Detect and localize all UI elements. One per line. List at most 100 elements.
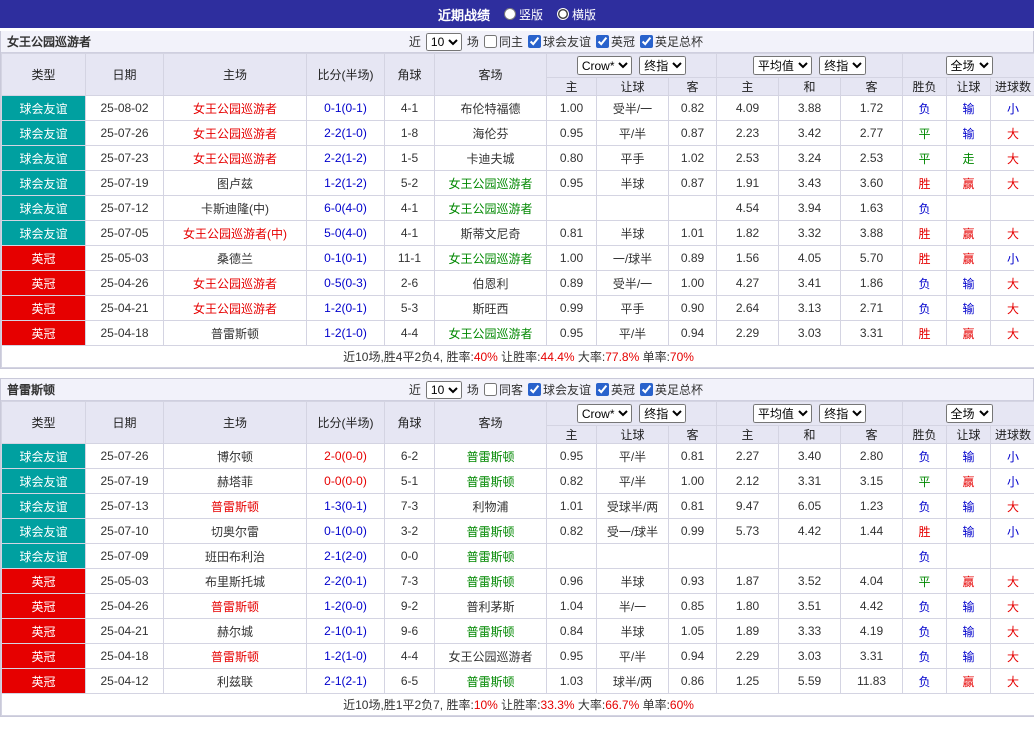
odds-source-select[interactable]: Crow* <box>576 56 632 75</box>
odds-home: 0.82 <box>546 468 597 494</box>
vertical-layout-radio[interactable] <box>503 8 516 20</box>
avg-away: 2.80 <box>840 443 904 469</box>
odds-handicap: 受一/球半 <box>596 518 669 544</box>
type-badge: 球会友谊 <box>1 468 86 494</box>
average-stage-select[interactable]: 终指 <box>819 404 867 423</box>
comp-facup-label: 英足总杯 <box>654 383 703 397</box>
odds-stage-select[interactable]: 终指 <box>639 404 687 423</box>
odds-home: 0.81 <box>546 220 597 246</box>
comp-friendly-checkbox-label[interactable]: 球会友谊 <box>527 381 591 398</box>
comp-facup-checkbox[interactable] <box>639 35 653 48</box>
avg-home: 1.80 <box>716 593 780 619</box>
odds-away: 0.85 <box>667 593 718 619</box>
games-label: 场 <box>466 35 479 49</box>
odds-home: 0.82 <box>546 518 597 544</box>
comp-championship-checkbox-label[interactable]: 英冠 <box>595 381 635 398</box>
section-header: 女王公园巡游者 近 10 场 同主 球会友谊 英冠 英足总杯 <box>1 31 1033 53</box>
result-group-header: 全场 <box>902 401 1034 426</box>
corner-score: 4-1 <box>384 95 435 121</box>
match-row: 英冠 25-04-21 赫尔城 2-1(0-1) 9-6 普雷斯顿 0.84 半球 1.05 1.… <box>1 618 1034 644</box>
home-team: 普雷斯顿 <box>163 493 307 519</box>
corner-score: 5-1 <box>384 468 435 494</box>
corner-score: 9-6 <box>384 618 435 644</box>
match-row: 球会友谊 25-07-26 博尔顿 2-0(0-0) 6-2 普雷斯顿 0.95 平/半 0.8… <box>1 443 1034 469</box>
result-outcome: 平 <box>902 145 948 171</box>
type-badge: 球会友谊 <box>1 543 86 569</box>
match-row: 球会友谊 25-07-10 切奥尔雷 0-1(0-0) 3-2 普雷斯顿 0.82 受一/球半… <box>1 518 1034 544</box>
type-badge: 英冠 <box>1 320 86 346</box>
avg-draw: 3.42 <box>778 120 842 146</box>
type-badge: 球会友谊 <box>1 170 86 196</box>
avg-home: 5.73 <box>716 518 780 544</box>
home-team: 女王公园巡游者 <box>163 95 307 121</box>
match-row: 英冠 25-05-03 桑德兰 0-1(0-1) 11-1 女王公园巡游者 1.00 一/球半… <box>1 245 1034 271</box>
odds-home: 1.03 <box>546 668 597 694</box>
comp-friendly-checkbox[interactable] <box>527 35 541 48</box>
result-scope-select[interactable]: 全场 <box>945 56 993 75</box>
comp-championship-checkbox[interactable] <box>595 35 609 48</box>
filters: 近 10 场 同客 球会友谊 英冠 英足总杯 <box>409 380 703 399</box>
odds-home: 0.89 <box>546 270 597 296</box>
layout-option-horizontal[interactable]: 横版 <box>557 6 596 23</box>
same-venue-checkbox[interactable] <box>483 383 497 396</box>
match-date: 25-08-02 <box>85 95 164 121</box>
layout-option-vertical[interactable]: 竖版 <box>503 6 543 23</box>
away-team: 普雷斯顿 <box>434 543 547 569</box>
result-handicap: 输 <box>946 493 992 519</box>
away-team: 普雷斯顿 <box>434 668 547 694</box>
comp-friendly-checkbox[interactable] <box>527 383 541 396</box>
average-source-select[interactable]: 平均值 <box>752 56 812 75</box>
result-outcome: 平 <box>902 568 948 594</box>
result-handicap: 输 <box>946 295 992 321</box>
odds-home: 0.95 <box>546 443 597 469</box>
comp-championship-checkbox-label[interactable]: 英冠 <box>595 33 635 50</box>
odds-source-select[interactable]: Crow* <box>576 404 632 423</box>
odds-handicap: 受半/一 <box>596 95 669 121</box>
avg-home: 1.56 <box>716 245 780 271</box>
match-count-select[interactable]: 10 <box>425 32 462 51</box>
result-goals: 小 <box>990 245 1034 271</box>
odds-home: 0.95 <box>546 120 597 146</box>
match-score: 1-2(1-2) <box>306 170 385 196</box>
comp-facup-checkbox[interactable] <box>639 383 653 396</box>
match-count-select[interactable]: 10 <box>425 380 462 399</box>
result-goals: 小 <box>990 468 1034 494</box>
match-row: 英冠 25-04-18 普雷斯顿 1-2(1-0) 4-4 女王公园巡游者 0.95 平/半 0… <box>1 320 1034 346</box>
match-row: 英冠 25-04-12 利兹联 2-1(2-1) 6-5 普雷斯顿 1.03 球半/两 0.86… <box>1 668 1034 694</box>
result-handicap: 赢 <box>946 245 992 271</box>
avg-draw <box>778 543 842 569</box>
avg-away: 3.15 <box>840 468 904 494</box>
result-goals: 小 <box>990 443 1034 469</box>
match-score: 1-2(0-1) <box>306 295 385 321</box>
comp-facup-checkbox-label[interactable]: 英足总杯 <box>639 381 703 398</box>
same-venue-checkbox-label[interactable]: 同主 <box>483 33 523 50</box>
average-group-header: 平均值 终指 <box>716 53 904 78</box>
odds-stage-select[interactable]: 终指 <box>639 56 687 75</box>
result-handicap: 输 <box>946 120 992 146</box>
average-stage-select[interactable]: 终指 <box>819 56 867 75</box>
column-header-goals-result: 进球数 <box>990 77 1034 96</box>
comp-facup-checkbox-label[interactable]: 英足总杯 <box>639 33 703 50</box>
comp-championship-checkbox[interactable] <box>595 383 609 396</box>
comp-friendly-checkbox-label[interactable]: 球会友谊 <box>527 33 591 50</box>
result-scope-select[interactable]: 全场 <box>945 404 993 423</box>
type-badge: 球会友谊 <box>1 518 86 544</box>
vertical-layout-label: 竖版 <box>518 7 543 22</box>
average-source-select[interactable]: 平均值 <box>752 404 812 423</box>
summary-label: 近10场,胜1平2负7, 胜率: <box>343 698 474 712</box>
result-group-header: 全场 <box>902 53 1034 78</box>
same-venue-checkbox[interactable] <box>483 35 497 48</box>
horizontal-layout-radio[interactable] <box>557 8 569 20</box>
type-badge: 球会友谊 <box>1 145 86 171</box>
result-handicap <box>946 195 992 221</box>
avg-away: 1.86 <box>840 270 904 296</box>
comp-championship-label: 英冠 <box>610 35 635 49</box>
corner-score: 7-3 <box>384 568 435 594</box>
odds-home: 1.00 <box>546 245 597 271</box>
avg-away: 4.42 <box>840 593 904 619</box>
avg-draw: 3.33 <box>778 618 842 644</box>
same-venue-checkbox-label[interactable]: 同客 <box>483 381 523 398</box>
corner-score: 4-1 <box>384 195 435 221</box>
avg-draw: 4.05 <box>778 245 842 271</box>
result-handicap: 赢 <box>946 468 992 494</box>
